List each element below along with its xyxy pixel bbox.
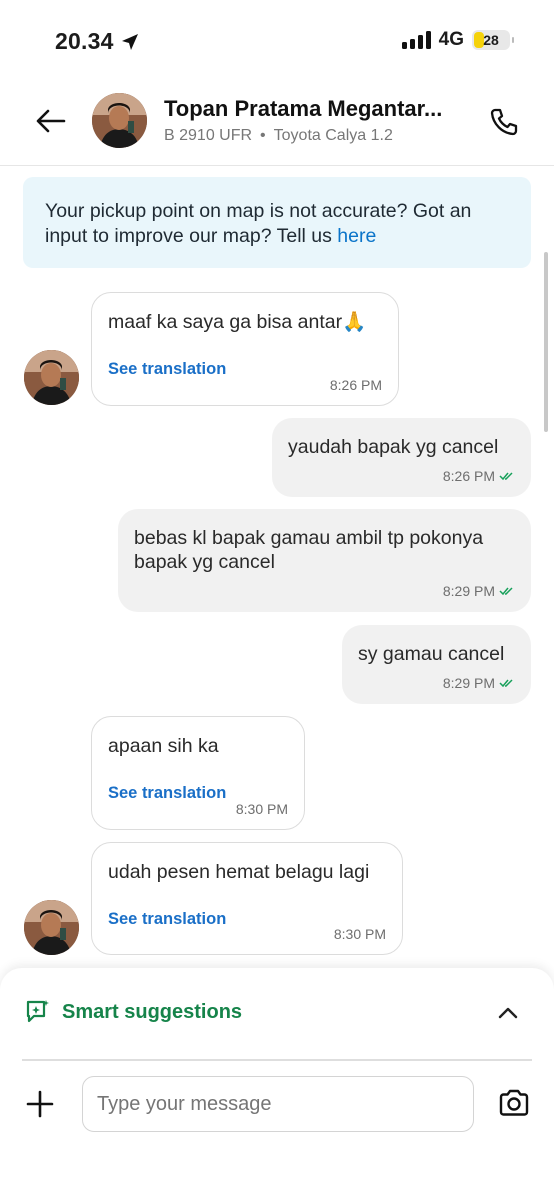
message-outgoing: yaudah bapak yg cancel 8:26 PM xyxy=(272,418,531,497)
smart-suggestion-icon xyxy=(26,1000,49,1023)
message-incoming: apaan sih ka See translation 8:30 PM xyxy=(91,716,305,830)
network-type: 4G xyxy=(438,29,464,50)
back-arrow-icon[interactable] xyxy=(34,104,68,138)
double-check-icon xyxy=(499,587,513,596)
see-translation-link[interactable]: See translation xyxy=(108,907,226,931)
message-time: 8:26 PM xyxy=(330,373,382,397)
sender-avatar[interactable] xyxy=(24,900,79,955)
location-arrow-icon xyxy=(121,33,138,50)
see-translation-link[interactable]: See translation xyxy=(108,781,226,805)
status-time-text: 20.34 xyxy=(55,28,114,54)
phone-icon[interactable] xyxy=(488,106,520,138)
signal-icon xyxy=(401,31,431,49)
message-time-text: 8:30 PM xyxy=(333,926,386,942)
smart-suggestions-toggle[interactable]: Smart suggestions xyxy=(24,998,242,1026)
message-outgoing: bebas kl bapak gamau ambil tp pokonya ba… xyxy=(118,509,531,612)
driver-avatar[interactable] xyxy=(92,93,147,148)
composer-panel: Smart suggestions xyxy=(0,968,554,1200)
banner-text: Your pickup point on map is not accurate… xyxy=(45,200,472,247)
message-time-text: 8:29 PM xyxy=(442,583,495,599)
message-text: bebas kl bapak gamau ambil tp pokonya ba… xyxy=(134,527,484,573)
chevron-up-icon[interactable] xyxy=(498,1006,518,1020)
status-bar: 20.34 4G 28 xyxy=(0,0,554,80)
divider xyxy=(22,1059,532,1061)
plus-icon[interactable] xyxy=(26,1090,54,1118)
message-text: sy gamau cancel xyxy=(358,643,505,665)
message-text: apaan sih ka xyxy=(108,735,219,757)
camera-icon[interactable] xyxy=(498,1088,530,1118)
message-text: yaudah bapak yg cancel xyxy=(288,436,499,458)
map-feedback-banner: Your pickup point on map is not accurate… xyxy=(23,177,531,268)
message-time: 8:29 PM xyxy=(443,671,515,695)
message-time-text: 8:26 PM xyxy=(329,377,382,393)
sender-avatar[interactable] xyxy=(24,350,79,405)
double-check-icon xyxy=(499,679,513,688)
message-time: 8:30 PM xyxy=(334,922,386,946)
message-time-text: 8:29 PM xyxy=(442,675,495,691)
message-outgoing: sy gamau cancel 8:29 PM xyxy=(342,625,531,704)
smart-suggestions-label: Smart suggestions xyxy=(62,1000,243,1023)
message-time-text: 8:30 PM xyxy=(235,801,288,817)
banner-link-here[interactable]: here xyxy=(337,225,376,247)
vehicle-info: B 2910 UFR • Toyota Calya 1.2 xyxy=(164,127,393,145)
message-input[interactable] xyxy=(82,1076,474,1132)
message-incoming: maaf ka saya ga bisa antar🙏 See translat… xyxy=(91,292,399,406)
message-time: 8:26 PM xyxy=(443,464,515,488)
message-text: udah pesen hemat belagu lagi xyxy=(108,861,370,883)
message-time: 8:30 PM xyxy=(236,797,288,821)
battery-icon: 28 xyxy=(472,30,514,50)
double-check-icon xyxy=(499,472,513,481)
message-time: 8:29 PM xyxy=(443,579,515,603)
status-time: 20.34 xyxy=(55,28,140,55)
message-incoming: udah pesen hemat belagu lagi See transla… xyxy=(91,842,403,955)
message-time-text: 8:26 PM xyxy=(442,468,495,484)
plate-number: B 2910 UFR xyxy=(164,127,253,144)
message-text: maaf ka saya ga bisa antar🙏 xyxy=(108,311,367,333)
battery-level: 28 xyxy=(483,32,499,48)
chat-header: Topan Pratama Megantar... B 2910 UFR • T… xyxy=(0,80,554,166)
vehicle-model: Toyota Calya 1.2 xyxy=(273,127,393,144)
driver-name: Topan Pratama Megantar... xyxy=(164,96,443,121)
separator-dot: • xyxy=(260,127,266,144)
scrollbar[interactable] xyxy=(544,252,548,432)
see-translation-link[interactable]: See translation xyxy=(108,357,226,381)
status-right: 4G 28 xyxy=(401,29,514,51)
